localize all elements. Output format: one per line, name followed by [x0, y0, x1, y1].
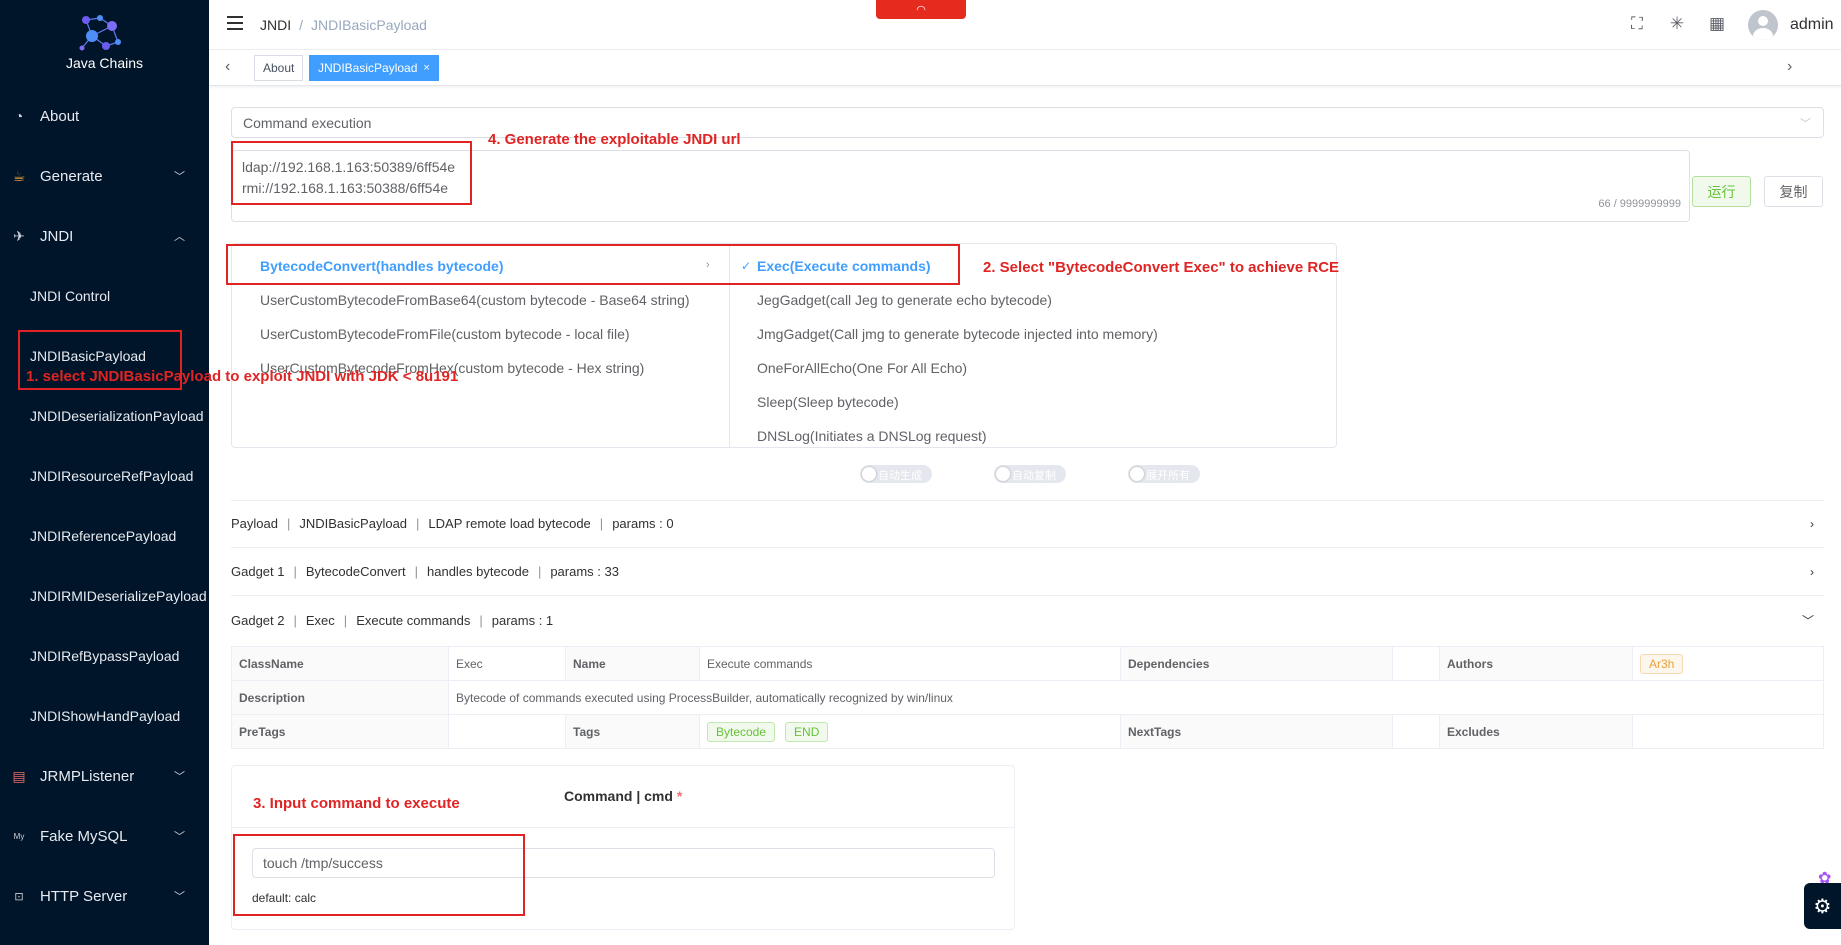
pretags-label: PreTags	[231, 714, 449, 749]
chevron-down-icon: ﹀	[174, 891, 185, 903]
classname-label: ClassName	[231, 646, 449, 681]
sidebar-item-jndireferencepayload[interactable]: JNDIReferencePayload	[0, 506, 209, 566]
java-chains-logo-icon	[79, 15, 121, 51]
excludes-value	[1632, 714, 1824, 749]
tags-value: Bytecode END	[699, 714, 1121, 749]
description-value: Bytecode of commands executed using Proc…	[448, 680, 1824, 715]
cascader-item-file[interactable]: UserCustomBytecodeFromFile(custom byteco…	[260, 317, 630, 351]
cascader-item-jeggadget[interactable]: JegGadget(call Jeg to generate echo byte…	[757, 283, 1052, 317]
chevron-right-icon: ›	[1810, 564, 1814, 579]
sidebar-item-fake-mysql[interactable]: My Fake MySQL ﹀	[0, 806, 209, 866]
tag-end: END	[785, 721, 829, 742]
sidebar-item-jndideserializationpayload[interactable]: JNDIDeserializationPayload	[0, 386, 209, 446]
tab-jndibasicpayload[interactable]: JNDIBasicPayload ×	[309, 55, 439, 81]
collapse-row-payload[interactable]: Payload | JNDIBasicPayload | LDAP remote l…	[231, 500, 1824, 548]
sidebar: Java Chains ◔ About ☕ Generate ﹀ ✈ JNDI …	[0, 0, 209, 945]
collapse-row-gadget-1[interactable]: Gadget 1 | BytecodeConvert | handles bytec…	[231, 548, 1824, 596]
annotation-3: 3. Input command to execute	[253, 795, 460, 812]
cascader-item-jmggadget[interactable]: JmgGadget(Call jmg to generate bytecode …	[757, 317, 1158, 351]
breadcrumb: JNDI / JNDIBasicPayload	[260, 17, 427, 33]
sidebar-item-jrmplistener[interactable]: ▤ JRMPListener ﹀	[0, 746, 209, 806]
tag-bytecode: Bytecode	[707, 721, 776, 742]
breadcrumb-item-jndi[interactable]: JNDI	[260, 17, 291, 33]
sidebar-item-jndiresourcerefpayload[interactable]: JNDIResourceRefPayload	[0, 446, 209, 506]
auto-copy-switch[interactable]: 自动复制	[994, 465, 1066, 483]
logo-text: Java Chains	[65, 55, 144, 71]
grid-icon[interactable]: ▦	[1707, 14, 1727, 34]
sidebar-item-jndi[interactable]: ✈ JNDI ︿	[0, 206, 209, 266]
authors-label: Authors	[1439, 646, 1633, 681]
cascader-item-oneforallecho[interactable]: OneForAllEcho(One For All Echo)	[757, 351, 967, 385]
annotation-4: 4. Generate the exploitable JNDI url	[488, 131, 741, 148]
run-button[interactable]: 运行	[1692, 176, 1751, 207]
excludes-label: Excludes	[1439, 714, 1633, 749]
breadcrumb-item-current: JNDIBasicPayload	[311, 17, 427, 33]
sidebar-item-generate[interactable]: ☕ Generate ﹀	[0, 146, 209, 206]
auto-generate-switch[interactable]: 自动生成	[860, 465, 932, 483]
chevron-right-icon: ›	[1810, 516, 1814, 531]
name-value: Execute commands	[699, 646, 1121, 681]
fullscreen-icon[interactable]: ⛶	[1627, 14, 1647, 34]
name-label: Name	[565, 646, 700, 681]
sidebar-item-jndirmideserializepayload[interactable]: JNDIRMIDeserializePayload	[0, 566, 209, 626]
param-title: Command | cmd *	[564, 788, 683, 804]
dependencies-value	[1392, 646, 1440, 681]
navbar: JNDI / JNDIBasicPayload ⛶ ✳ ▦ admin	[209, 0, 1841, 50]
chevron-down-icon: ﹀	[1801, 613, 1814, 628]
chevron-up-icon: ︿	[174, 231, 185, 243]
collapse-row-gadget-2[interactable]: Gadget 2 | Exec | Execute commands | params…	[231, 596, 1824, 644]
tags-view: ‹ About JNDIBasicPayload × ›	[209, 50, 1841, 86]
rocket-icon: ✈	[13, 227, 25, 244]
tags-label: Tags	[565, 714, 700, 749]
top-red-tab[interactable]: ◠	[876, 0, 966, 19]
sidebar-item-about[interactable]: ◔ About	[0, 86, 209, 146]
avatar[interactable]	[1748, 10, 1778, 40]
http-icon: ⊡	[14, 890, 24, 903]
chevron-down-icon: ﹀	[174, 171, 185, 183]
sidebar-item-jndirefbypasspayload[interactable]: JNDIRefBypassPayload	[0, 626, 209, 686]
hamburger-icon[interactable]	[227, 16, 243, 30]
copy-button[interactable]: 复制	[1764, 176, 1823, 207]
chevron-left-icon[interactable]: ‹	[225, 58, 230, 76]
authors-value: Ar3h	[1632, 646, 1824, 681]
settings-gear-icon[interactable]: ⚙	[1804, 883, 1841, 929]
annotation-box-4	[231, 141, 472, 205]
cascader-item-sleep[interactable]: Sleep(Sleep bytecode)	[757, 385, 899, 419]
logo[interactable]: Java Chains	[0, 0, 209, 90]
chevron-down-icon: ﹀	[1800, 117, 1811, 130]
nexttags-label: NextTags	[1120, 714, 1393, 749]
nexttags-value	[1392, 714, 1440, 749]
sidebar-item-jndi-control[interactable]: JNDI Control	[0, 266, 209, 326]
java-icon: ☕	[12, 167, 26, 184]
annotation-box-3	[233, 834, 525, 916]
expand-all-switch[interactable]: 展开所有	[1128, 465, 1200, 483]
annotation-1: 1. select JNDIBasicPayload to exploit JN…	[26, 368, 459, 385]
mysql-icon: My	[13, 831, 25, 841]
username[interactable]: admin	[1790, 16, 1834, 34]
annotation-2: 2. Select "BytecodeConvert Exec" to achi…	[983, 259, 1340, 276]
gadget-detail-table: ClassName Exec Name Execute commands Dep…	[231, 646, 1824, 749]
document-icon: ▤	[12, 767, 26, 784]
mode-select[interactable]: Command execution ﹀	[231, 107, 1824, 138]
chevron-down-icon: ﹀	[174, 831, 185, 843]
dependencies-label: Dependencies	[1120, 646, 1393, 681]
chevron-right-icon[interactable]: ›	[1787, 58, 1792, 76]
annotation-box-2	[226, 244, 960, 285]
char-count: 66 / 9999999999	[1598, 198, 1681, 210]
dashboard-icon: ◔	[14, 108, 24, 124]
loading-icon[interactable]: ✳	[1667, 14, 1687, 34]
tab-about[interactable]: About	[254, 55, 304, 81]
close-icon[interactable]: ×	[423, 62, 429, 74]
author-tag: Ar3h	[1640, 653, 1684, 674]
chevron-down-icon: ﹀	[174, 771, 185, 783]
description-label: Description	[231, 680, 449, 715]
sidebar-item-jndishowhandpayload[interactable]: JNDIShowHandPayload	[0, 686, 209, 746]
sidebar-item-http-server[interactable]: ⊡ HTTP Server ﹀	[0, 866, 209, 926]
logo-mark-icon: ◠	[916, 4, 926, 16]
classname-value: Exec	[448, 646, 566, 681]
pretags-value	[448, 714, 566, 749]
cascader-item-dnslog[interactable]: DNSLog(Initiates a DNSLog request)	[757, 419, 987, 453]
cascader-item-base64[interactable]: UserCustomBytecodeFromBase64(custom byte…	[260, 283, 690, 317]
